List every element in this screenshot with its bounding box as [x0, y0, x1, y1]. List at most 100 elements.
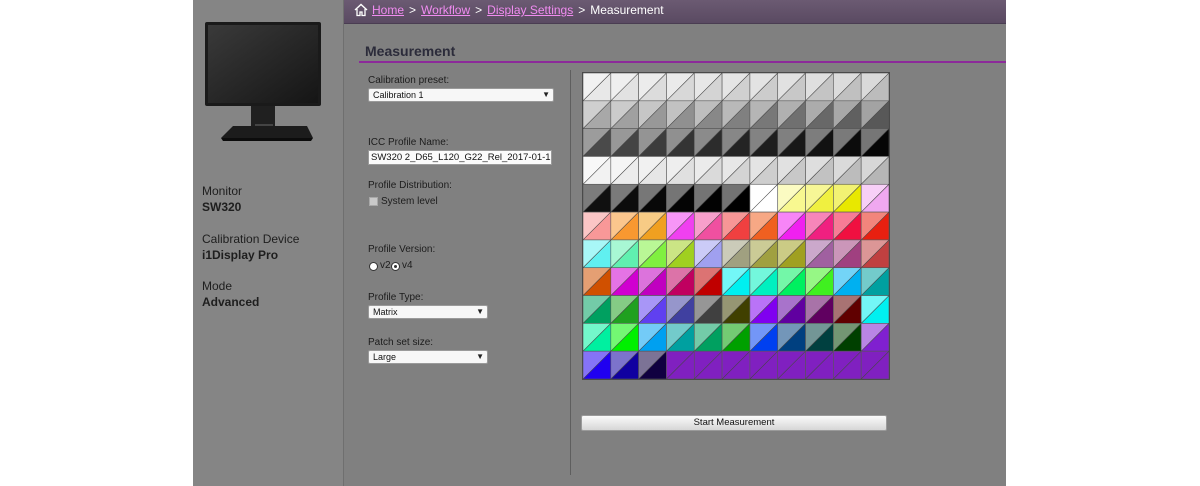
color-patch [693, 350, 723, 379]
breadcrumb-workflow-link[interactable]: Workflow [421, 3, 470, 17]
color-patch [666, 323, 695, 352]
color-patch [833, 323, 862, 352]
profile-type-label: Profile Type: [368, 292, 424, 303]
profile-version-v4-label: v4 [402, 260, 413, 271]
patch-set-select[interactable]: Large ▼ [368, 350, 488, 364]
color-patch [860, 323, 889, 352]
calibration-preset-select[interactable]: Calibration 1 ▼ [368, 88, 554, 102]
color-patch [638, 323, 667, 352]
breadcrumb-home-link[interactable]: Home [372, 3, 404, 17]
color-patch [721, 350, 751, 379]
system-level-checkbox[interactable] [369, 197, 378, 206]
patch-set-value: Large [373, 352, 397, 362]
color-patch [805, 295, 834, 324]
page-title: Measurement [365, 43, 456, 59]
color-patch [666, 267, 695, 296]
color-patch [666, 128, 695, 157]
color-patch [583, 73, 612, 102]
color-patch [749, 295, 779, 324]
color-patch [777, 267, 806, 296]
color-patch [721, 239, 751, 269]
color-patch [638, 350, 667, 379]
color-patch [805, 128, 834, 157]
system-level-label: System level [381, 196, 438, 207]
color-patch [777, 100, 806, 129]
color-patch [693, 73, 723, 102]
color-patch [693, 100, 723, 129]
home-icon[interactable] [354, 3, 368, 17]
calibration-preset-label: Calibration preset: [368, 75, 450, 86]
color-patch [721, 211, 751, 241]
profile-version-label: Profile Version: [368, 244, 436, 255]
breadcrumb-display-settings-link[interactable]: Display Settings [487, 3, 573, 17]
icc-profile-input[interactable]: SW320 2_D65_L120_G22_Rel_2017-01-10T [368, 150, 552, 165]
color-patch [610, 267, 639, 296]
icc-profile-value: SW320 2_D65_L120_G22_Rel_2017-01-10T [371, 152, 552, 163]
start-measurement-button[interactable]: Start Measurement [581, 415, 887, 431]
mode-label: Mode [202, 279, 233, 293]
color-patch [610, 350, 639, 379]
color-patch [693, 295, 723, 324]
color-patch [583, 350, 612, 379]
color-patch [638, 183, 667, 213]
color-patch [721, 295, 751, 324]
sidebar: Monitor SW320 Calibration Device i1Displ… [193, 0, 344, 486]
color-patch [638, 295, 667, 324]
color-patch [833, 73, 862, 102]
profile-type-select[interactable]: Matrix ▼ [368, 305, 488, 319]
color-patch [777, 211, 806, 241]
device-info: Calibration Device i1Display Pro [202, 232, 299, 262]
color-patch [583, 128, 612, 157]
color-patch [777, 183, 806, 213]
color-patch [777, 239, 806, 269]
color-patch [749, 100, 779, 129]
calibration-preset-value: Calibration 1 [373, 90, 424, 100]
color-patch [805, 239, 834, 269]
profile-type-value: Matrix [373, 307, 398, 317]
header-bar: Home > Workflow > Display Settings > Mea… [344, 0, 1006, 24]
color-patch [833, 267, 862, 296]
color-patch [610, 73, 639, 102]
color-patch [777, 323, 806, 352]
color-patch [721, 267, 751, 296]
monitor-value: SW320 [202, 200, 242, 214]
color-patch [749, 350, 779, 379]
color-patch [638, 128, 667, 157]
color-patch [860, 350, 889, 379]
color-patch [666, 239, 695, 269]
color-patch [833, 211, 862, 241]
color-patch [721, 73, 751, 102]
color-patch [805, 267, 834, 296]
breadcrumb-current: Measurement [590, 3, 664, 17]
color-patch [860, 295, 889, 324]
color-patch [860, 128, 889, 157]
profile-distribution-label: Profile Distribution: [368, 180, 452, 191]
color-patch [583, 156, 612, 185]
color-patch [610, 100, 639, 129]
color-patch [749, 239, 779, 269]
vertical-divider [570, 70, 571, 475]
color-patch [860, 156, 889, 185]
color-patch [666, 183, 695, 213]
icc-profile-label: ICC Profile Name: [368, 137, 449, 148]
color-patch [638, 100, 667, 129]
color-patch [749, 128, 779, 157]
breadcrumb-separator: > [409, 3, 417, 17]
color-patch [833, 239, 862, 269]
color-patch [610, 156, 639, 185]
profile-version-v4-radio[interactable] [391, 262, 400, 271]
color-patch [610, 239, 639, 269]
device-value: i1Display Pro [202, 248, 279, 262]
color-patch [721, 100, 751, 129]
color-patch [833, 295, 862, 324]
color-patch [610, 211, 639, 241]
monitor-label: Monitor [202, 184, 243, 198]
color-patch [777, 128, 806, 157]
profile-version-v2-label: v2 [380, 260, 391, 271]
color-patch [833, 156, 862, 185]
profile-version-v2-radio[interactable] [369, 262, 378, 271]
color-patch [805, 323, 834, 352]
color-patch [610, 183, 639, 213]
color-patch [666, 350, 695, 379]
color-patch [638, 239, 667, 269]
